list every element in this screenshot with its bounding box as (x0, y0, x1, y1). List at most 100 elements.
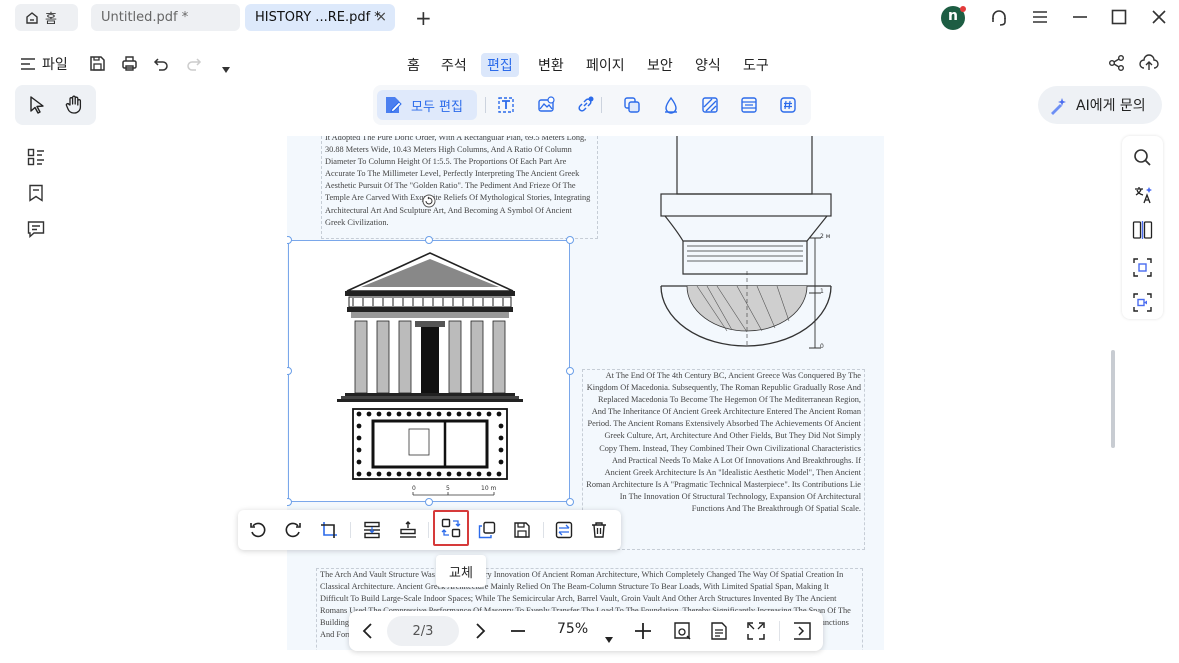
temple-illustration (337, 252, 523, 496)
scrollbar-thumb[interactable] (1111, 350, 1115, 448)
hand-icon[interactable] (65, 95, 83, 119)
list-icon (20, 57, 36, 71)
align-button[interactable] (358, 516, 386, 544)
tab-history-label: HISTORY ...RE.pdf * (255, 10, 381, 25)
cloud-upload-icon[interactable] (1139, 54, 1159, 76)
select-arrow-icon[interactable] (29, 96, 45, 118)
watermark-icon[interactable] (662, 96, 680, 118)
left-sidebar (15, 136, 56, 248)
selected-image[interactable]: 0 5 10 m (288, 240, 570, 502)
align-up-icon (399, 521, 417, 539)
search-icon[interactable] (1133, 148, 1152, 171)
fullscreen-icon[interactable] (746, 621, 766, 645)
menu-item-convert[interactable]: 변환 (532, 53, 570, 77)
headset-icon[interactable] (989, 8, 1009, 32)
add-tab-button[interactable]: + (415, 6, 432, 30)
minimize-icon[interactable] (1071, 8, 1089, 30)
rotate-left-icon (249, 521, 267, 539)
tab-home-label: 홈 (45, 12, 57, 27)
menu-item-security[interactable]: 보안 (641, 53, 679, 77)
compare-icon[interactable] (1132, 220, 1153, 244)
plan-scale-10m: 10 m (481, 485, 497, 492)
nav-divider (779, 621, 780, 641)
copy-image-icon (478, 521, 496, 539)
toolbar-divider (485, 97, 486, 113)
replace-image-icon (441, 518, 461, 538)
bookmark-icon[interactable] (27, 184, 45, 206)
delete-image-button[interactable] (585, 516, 613, 544)
crop-page-icon[interactable] (623, 96, 641, 118)
tab-home[interactable]: 홈 (15, 4, 78, 31)
close-window-icon[interactable] (1150, 8, 1168, 30)
translate-icon[interactable] (1133, 185, 1153, 209)
resize-handle-right[interactable] (566, 367, 574, 375)
edit-tool-group: 모두 편집 (373, 85, 811, 125)
zoom-dropdown-icon[interactable] (605, 628, 613, 647)
menu-item-annotate[interactable]: 주석 (435, 53, 473, 77)
plan-scale-0: 0 (412, 485, 416, 492)
menu-item-home[interactable]: 홈 (401, 53, 426, 77)
ocr-icon[interactable] (1133, 258, 1152, 281)
tab-history[interactable]: HISTORY ...RE.pdf * × (245, 4, 395, 31)
add-text-icon[interactable] (497, 96, 515, 118)
extract-image-button[interactable] (473, 516, 501, 544)
read-mode-icon[interactable] (672, 621, 692, 645)
replace-tooltip: 교체 (436, 555, 486, 587)
resize-handle-bottom-left[interactable] (287, 498, 292, 506)
zoom-in-icon[interactable] (634, 622, 652, 644)
rotate-right-button[interactable] (279, 516, 307, 544)
close-tab-icon[interactable]: × (375, 9, 387, 25)
bates-number-icon[interactable] (779, 96, 797, 118)
menu-item-edit[interactable]: 편집 (481, 53, 519, 77)
align-down-icon (363, 521, 381, 539)
text-block-top[interactable]: It Adopted The Pure Doric Order, With A … (321, 136, 598, 239)
maximize-icon[interactable] (1110, 8, 1128, 30)
comment-icon[interactable] (27, 220, 45, 242)
ai-sparkle-icon (1048, 96, 1068, 116)
resize-handle-bottom[interactable] (425, 498, 433, 506)
share-icon[interactable] (1108, 54, 1126, 76)
swap-image-button[interactable] (550, 516, 578, 544)
toolbar-divider (601, 97, 602, 113)
resize-handle-top[interactable] (425, 236, 433, 244)
resize-handle-bottom-right[interactable] (566, 498, 574, 506)
thumbnails-icon[interactable] (27, 148, 45, 170)
background-icon[interactable] (701, 96, 719, 118)
crop-button[interactable] (315, 516, 343, 544)
menu-item-form[interactable]: 양식 (689, 53, 727, 77)
distribute-button[interactable] (394, 516, 422, 544)
page-number-input[interactable]: 2/3 (387, 616, 459, 646)
add-link-icon[interactable] (576, 96, 594, 118)
rotate-handle-icon[interactable] (422, 193, 436, 212)
collapse-panel-icon[interactable] (792, 621, 812, 645)
zoom-level[interactable]: 75% (557, 621, 588, 637)
tab-untitled[interactable]: Untitled.pdf * (91, 4, 240, 31)
next-page-icon[interactable] (473, 622, 487, 644)
undo-icon[interactable] (153, 55, 170, 76)
menu-item-tools[interactable]: 도구 (737, 53, 775, 77)
add-image-icon[interactable] (537, 96, 555, 118)
edit-all-button[interactable]: 모두 편집 (377, 90, 477, 120)
text-block-right[interactable]: At The End Of The 4th Century BC, Ancien… (582, 369, 865, 550)
header-footer-icon[interactable] (740, 96, 758, 118)
dropdown-arrow-icon[interactable] (221, 59, 231, 78)
rotate-left-button[interactable] (244, 516, 272, 544)
print-icon[interactable] (121, 55, 138, 76)
edit-all-icon (383, 95, 403, 115)
toolbar-divider (543, 522, 544, 538)
ask-ai-button[interactable]: AI에게 문의 (1038, 86, 1162, 124)
page-view-icon[interactable] (709, 621, 729, 645)
file-menu[interactable]: 파일 (20, 54, 68, 74)
screen-record-icon[interactable] (1133, 293, 1152, 316)
save-icon[interactable] (89, 55, 106, 76)
menu-item-page[interactable]: 페이지 (580, 53, 631, 77)
resize-handle-top-right[interactable] (566, 236, 574, 244)
previous-page-icon[interactable] (361, 622, 375, 644)
rotate-right-icon (284, 521, 302, 539)
zoom-out-icon[interactable] (510, 622, 526, 644)
tool-row: 모두 편집 AI에게 문의 (0, 84, 1179, 126)
save-image-button[interactable] (508, 516, 536, 544)
hamburger-menu-icon[interactable] (1031, 8, 1049, 30)
avatar[interactable]: n (940, 4, 968, 36)
replace-image-button[interactable] (433, 510, 469, 546)
